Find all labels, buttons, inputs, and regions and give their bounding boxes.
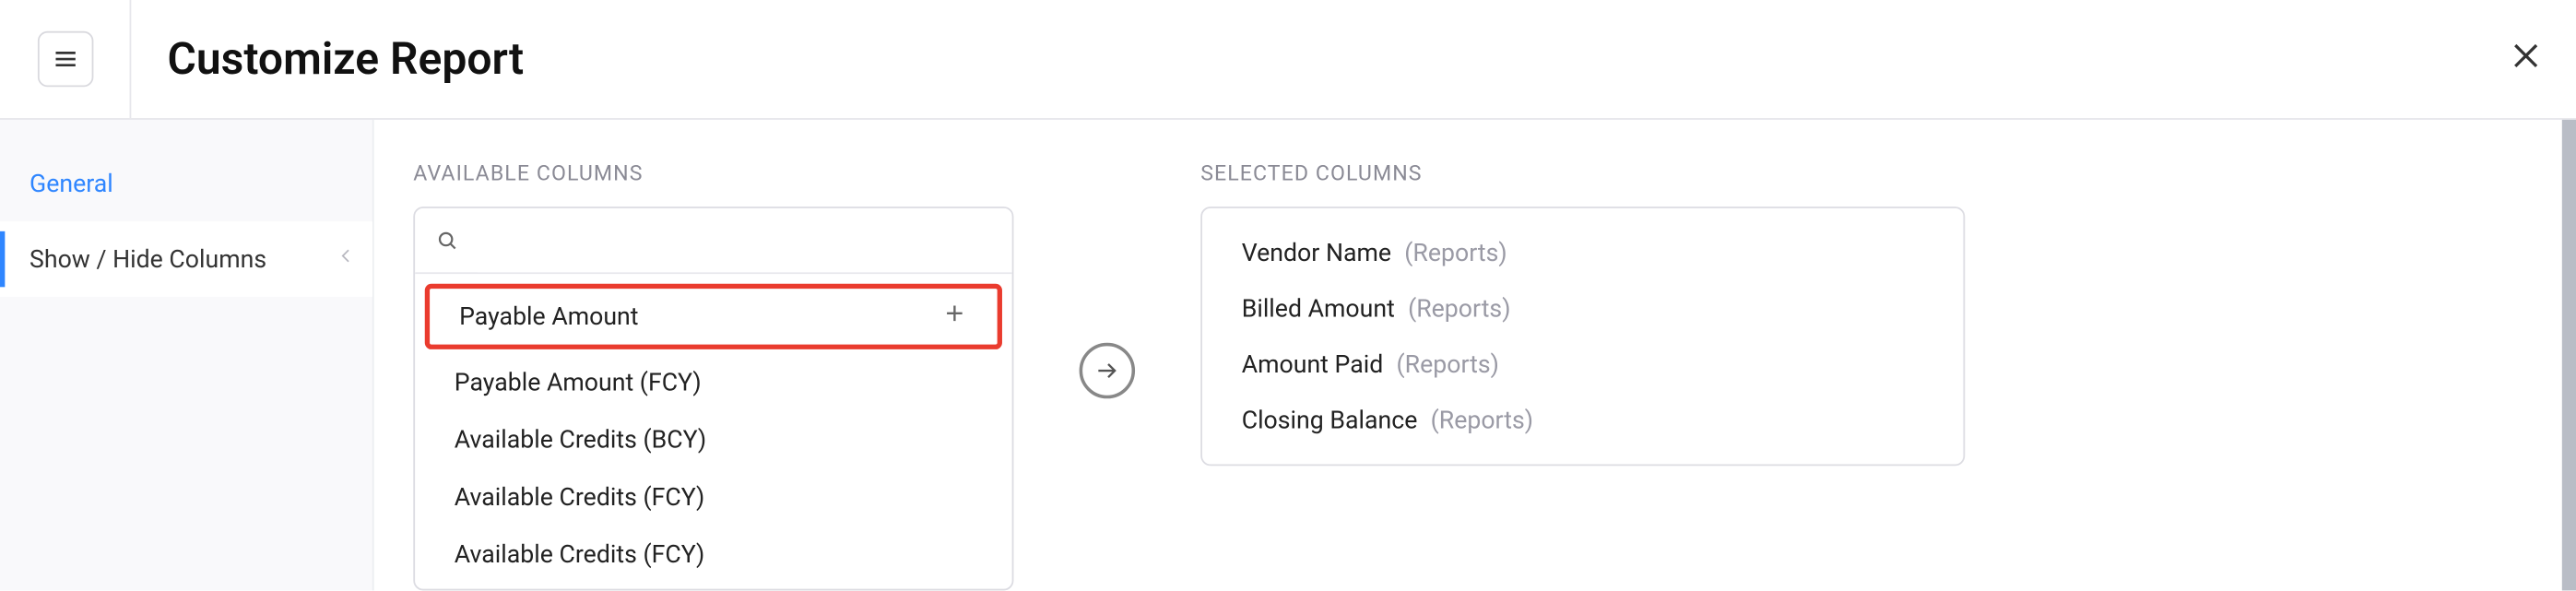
available-columns-box: Payable Amount Payable Amount (FCY) Avai… bbox=[413, 207, 1013, 590]
plus-icon bbox=[941, 301, 967, 326]
available-item-label: Available Credits (BCY) bbox=[455, 424, 706, 454]
available-columns-block: AVAILABLE COLUMNS Payable Amount bbox=[413, 162, 1013, 590]
available-item-payable-amount[interactable]: Payable Amount bbox=[425, 284, 1002, 349]
available-item[interactable]: Available Credits (FCY) bbox=[415, 525, 1012, 582]
selected-item-label: Closing Balance bbox=[1242, 405, 1418, 434]
selected-item-source: (Reports) bbox=[1397, 349, 1499, 379]
search-icon-wrap bbox=[415, 228, 478, 253]
available-columns-heading: AVAILABLE COLUMNS bbox=[413, 162, 1013, 187]
arrow-right-icon bbox=[1094, 358, 1120, 384]
search-icon bbox=[434, 228, 459, 253]
available-list: Payable Amount Payable Amount (FCY) Avai… bbox=[415, 274, 1012, 589]
search-row bbox=[415, 208, 1012, 274]
menu-icon bbox=[50, 44, 79, 74]
columns-area: AVAILABLE COLUMNS Payable Amount bbox=[374, 120, 2576, 591]
available-item[interactable]: Available Credits (FCY) bbox=[415, 467, 1012, 525]
sidebar-item-general[interactable]: General bbox=[0, 146, 372, 221]
selected-columns-box: Vendor Name (Reports) Billed Amount (Rep… bbox=[1200, 207, 1965, 466]
available-item-label: Available Credits (FCY) bbox=[455, 481, 705, 511]
body: General Show / Hide Columns AVAILABLE CO… bbox=[0, 120, 2576, 591]
available-item[interactable]: Payable Amount (FCY) bbox=[415, 352, 1012, 409]
selected-columns-heading: SELECTED COLUMNS bbox=[1200, 162, 1965, 187]
available-item-label: Available Credits (FCY) bbox=[455, 538, 705, 568]
available-item-label: Payable Amount (FCY) bbox=[455, 367, 702, 396]
chevron-left-icon bbox=[337, 244, 356, 274]
add-column-button[interactable] bbox=[941, 301, 967, 334]
selected-item-source: (Reports) bbox=[1408, 293, 1510, 323]
menu-button[interactable] bbox=[37, 31, 92, 87]
menu-button-container bbox=[0, 0, 131, 118]
close-icon bbox=[2508, 38, 2544, 74]
sidebar-item-show-hide-columns[interactable]: Show / Hide Columns bbox=[0, 221, 372, 297]
search-input[interactable] bbox=[478, 208, 1012, 272]
header-bar: Customize Report bbox=[0, 0, 2576, 120]
selected-item-source: (Reports) bbox=[1404, 238, 1507, 267]
page-title: Customize Report bbox=[167, 33, 524, 86]
selected-item-label: Vendor Name bbox=[1242, 238, 1391, 267]
scrollbar-track[interactable] bbox=[2562, 120, 2576, 591]
selected-item[interactable]: Closing Balance (Reports) bbox=[1202, 392, 1963, 447]
available-item-label: Payable Amount bbox=[459, 301, 638, 331]
selected-item[interactable]: Billed Amount (Reports) bbox=[1202, 280, 1963, 336]
sidebar-item-label: General bbox=[30, 169, 113, 198]
selected-item-label: Amount Paid bbox=[1242, 349, 1384, 379]
sidebar: General Show / Hide Columns bbox=[0, 120, 374, 591]
selected-item-label: Billed Amount bbox=[1242, 293, 1395, 323]
close-button[interactable] bbox=[2508, 38, 2544, 80]
selected-columns-block: SELECTED COLUMNS Vendor Name (Reports) B… bbox=[1200, 162, 1965, 466]
sidebar-item-label: Show / Hide Columns bbox=[30, 244, 266, 274]
selected-item[interactable]: Vendor Name (Reports) bbox=[1202, 225, 1963, 280]
selected-item[interactable]: Amount Paid (Reports) bbox=[1202, 337, 1963, 392]
transfer-right-button[interactable] bbox=[1080, 343, 1135, 398]
available-item[interactable]: Available Credits (BCY) bbox=[415, 410, 1012, 467]
selected-item-source: (Reports) bbox=[1431, 405, 1533, 434]
